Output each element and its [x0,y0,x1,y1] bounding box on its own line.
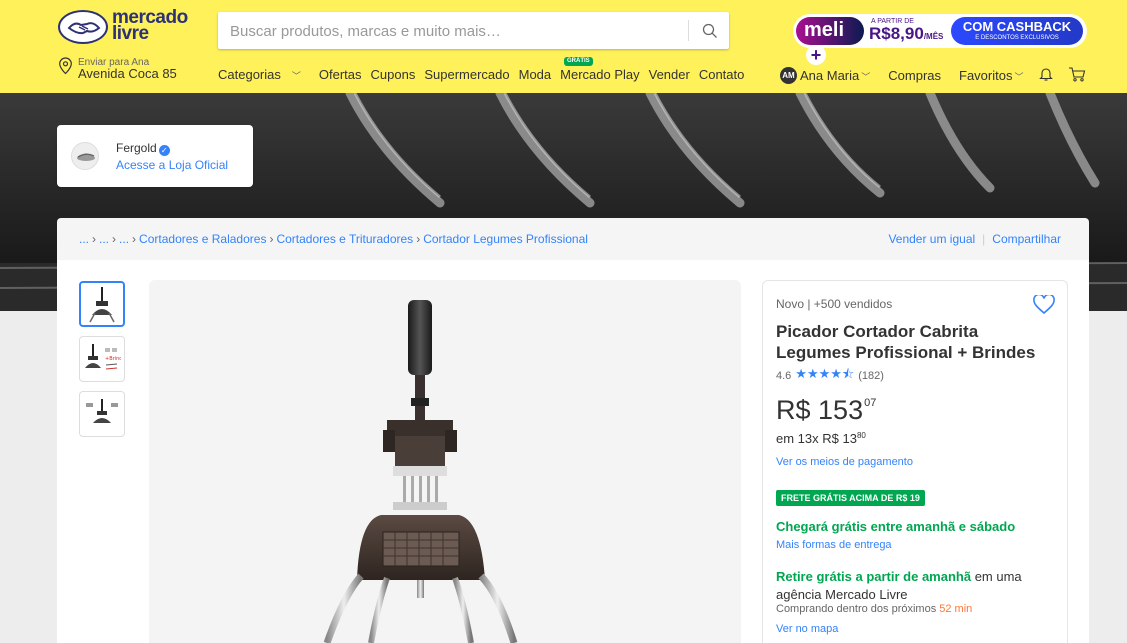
search-bar [218,12,729,49]
nav-supermercado[interactable]: Supermercado [424,67,509,82]
rating-value: 4.6 [776,370,792,382]
breadcrumb-separator: › [269,232,274,246]
buy-within-timer: Comprando dentro dos próximos 52 min [776,603,973,615]
product-image[interactable] [149,280,741,643]
user-name[interactable]: Ana Maria ﹀ [800,68,870,83]
search-button[interactable] [697,18,723,44]
nav-mercado-play[interactable]: Mercado Play [560,67,639,82]
location-pin-icon [59,57,72,75]
breadcrumb-item-cortadores-raladores[interactable]: Cortadores e Raladores [139,232,266,246]
nav-contato[interactable]: Contato [699,67,745,82]
store-logo [71,142,99,170]
installments: em 13x R$ 1380 [776,431,866,446]
mercado-livre-logo[interactable]: mercado livre [58,8,188,46]
nav-vender[interactable]: Vender [649,67,690,82]
delivery-options-link[interactable]: Mais formas de entrega [776,539,892,551]
meli-price: R$8,90/MÊS [869,24,944,43]
breadcrumb: ... ›... ›... › Cortadores e Raladores › Corta… [57,218,1089,260]
search-divider [688,20,689,41]
location-address: Avenida Coca 85 [78,66,177,81]
buy-box: Novo | +500 vendidos Picador Cortador Ca… [762,280,1068,643]
search-icon [702,23,717,38]
product-price: R$ 15307 [776,395,877,425]
gratis-badge: GRÁTIS [564,57,593,66]
breadcrumb-ellipsis[interactable]: ... [99,232,109,246]
store-name: Fergold ✓ [116,141,170,156]
nav-categorias[interactable]: Categorias ﹀ [218,67,310,82]
pickup-info: Retire grátis a partir de amanhã em uma … [776,569,1022,602]
chevron-down-icon: ﹀ [861,72,871,82]
search-input[interactable] [230,20,670,42]
breadcrumb-separator: › [92,232,97,246]
header: mercado livre meli+ A PARTIR DE R$8,90/M… [0,0,1127,93]
heart-icon[interactable] [1033,293,1055,320]
chevron-down-icon: ﹀ [291,71,301,81]
vegetable-cutter-image [323,300,518,643]
meli-plus-badge: meli+ [796,17,864,65]
breadcrumb-separator: › [132,232,137,246]
divider: | [982,232,986,246]
product-rating[interactable]: 4.6 ★★★★⯪ (182) [776,365,884,387]
free-shipping-badge: FRETE GRÁTIS ACIMA DE R$ 19 [776,490,925,506]
breadcrumb-ellipsis[interactable]: ... [119,232,129,246]
handshake-icon [58,10,108,44]
user-menu: AM Ana Maria ﹀ Compras Favoritos ﹀ [780,66,1086,85]
store-link[interactable]: Acesse a Loja Oficial [116,158,228,172]
meli-plus-banner[interactable]: meli+ A PARTIR DE R$8,90/MÊS COM CASHBAC… [793,14,1087,65]
sell-same-link[interactable]: Vender um igual [888,232,975,246]
favoritos-link[interactable]: Favoritos ﹀ [959,68,1023,83]
cashback-badge: COM CASHBACK E DESCONTOS EXCLUSIVOS [951,17,1083,45]
thumbnail-1[interactable] [79,281,125,327]
nav-cupons[interactable]: Cupons [371,67,416,82]
logo-text: mercado livre [112,7,188,44]
payment-methods-link[interactable]: Ver os meios de pagamento [776,456,913,468]
thumbnail-2[interactable]: +Brindes [79,336,125,382]
chevron-down-icon: ﹀ [1014,72,1024,82]
product-title: Picador Cortador Cabrita Legumes Profiss… [776,322,1036,362]
delivery-estimate: Chegará grátis entre amanhã e sábado [776,519,1016,534]
nav-ofertas[interactable]: Ofertas [319,67,362,82]
share-link[interactable]: Compartilhar [992,232,1061,246]
nav-moda[interactable]: Moda [519,67,552,82]
svg-text:+Brindes: +Brindes [105,356,121,362]
cart-icon[interactable] [1068,66,1086,85]
thumbnail-3[interactable] [79,391,125,437]
avatar[interactable]: AM [780,67,797,84]
star-rating-icon: ★★★★⯪ [795,366,855,381]
breadcrumb-actions: Vender um igual | Compartilhar [888,232,1061,246]
breadcrumb-separator: › [112,232,117,246]
breadcrumb-item-cortadores-trituradores[interactable]: Cortadores e Trituradores [276,232,413,246]
breadcrumb-separator: › [416,232,421,246]
main-nav: Categorias ﹀ Ofertas Cupons Supermercado … [218,67,753,82]
product-content: +Brindes [57,260,1089,643]
breadcrumb-path: ... ›... ›... › Cortadores e Raladores › Corta… [79,232,588,246]
breadcrumb-item-cortador-legumes[interactable]: Cortador Legumes Profissional [423,232,588,246]
compras-link[interactable]: Compras [888,68,941,83]
verified-icon: ✓ [158,145,170,156]
review-count: (182) [858,370,884,382]
product-condition: Novo | +500 vendidos [776,297,893,311]
official-store-card[interactable]: Fergold ✓ Acesse a Loja Oficial [57,125,253,187]
map-link[interactable]: Ver no mapa [776,623,838,635]
bell-icon[interactable] [1038,66,1054,85]
breadcrumb-ellipsis[interactable]: ... [79,232,89,246]
